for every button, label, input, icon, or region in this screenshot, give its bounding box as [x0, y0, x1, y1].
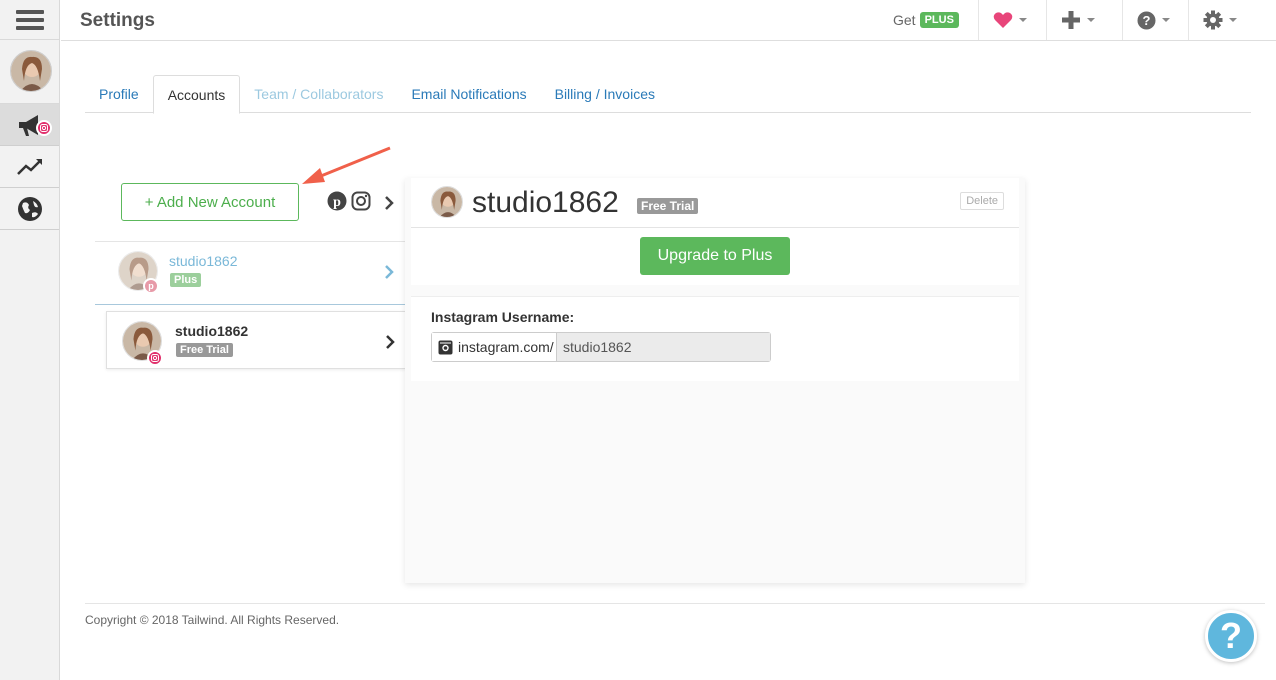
- instagram-icon[interactable]: [351, 191, 371, 211]
- chevron-right-icon[interactable]: [385, 334, 395, 350]
- get-label: Get: [893, 12, 916, 28]
- pinterest-icon[interactable]: p: [327, 191, 347, 211]
- settings-tabs: Profile Accounts Team / Collaborators Em…: [85, 75, 1251, 114]
- copyright-text: Copyright © 2018 Tailwind. All Rights Re…: [85, 613, 340, 627]
- network-icons: p: [327, 191, 371, 211]
- account-detail-panel: studio1862 Free Trial Delete Upgrade to …: [405, 178, 1025, 583]
- left-rail: [0, 0, 60, 680]
- trend-chart-icon: [16, 158, 42, 175]
- help-dropdown[interactable]: ?: [1122, 0, 1184, 40]
- prefix-text: instagram.com/: [458, 339, 554, 355]
- account-name: studio1862: [169, 253, 238, 269]
- instagram-username-label: Instagram Username:: [431, 309, 575, 325]
- add-dropdown[interactable]: [1046, 0, 1109, 40]
- tab-accounts[interactable]: Accounts: [152, 75, 241, 114]
- caret-down-icon: [1229, 18, 1237, 22]
- url-prefix: instagram.com/: [432, 333, 557, 361]
- account-name: studio1862: [175, 323, 249, 339]
- plus-icon: [1062, 11, 1080, 29]
- help-chat-button[interactable]: ?: [1205, 610, 1257, 662]
- get-plus-link[interactable]: Get PLUS: [893, 12, 959, 28]
- rail-account-avatar[interactable]: [0, 40, 59, 136]
- divider: [95, 304, 407, 305]
- settings-dropdown[interactable]: [1188, 0, 1251, 40]
- avatar: [10, 50, 52, 92]
- footer-divider: [85, 603, 1265, 604]
- heart-icon: [993, 12, 1013, 28]
- upgrade-section: Upgrade to Plus: [411, 228, 1019, 285]
- hamburger-icon: [15, 9, 44, 30]
- tab-billing-invoices[interactable]: Billing / Invoices: [541, 75, 669, 113]
- hamburger-menu-button[interactable]: [0, 0, 59, 40]
- rail-insights-button[interactable]: [0, 146, 59, 188]
- svg-text:p: p: [333, 195, 341, 210]
- caret-down-icon: [1162, 18, 1170, 22]
- top-header: Settings Get PLUS ?: [61, 0, 1276, 41]
- tab-email-notifications[interactable]: Email Notifications: [397, 75, 540, 113]
- delete-button[interactable]: Delete: [960, 192, 1004, 210]
- favorites-dropdown[interactable]: [978, 0, 1041, 40]
- gear-icon: [1203, 10, 1223, 30]
- plan-badge: Plus: [170, 273, 202, 287]
- pinterest-badge-icon: p: [143, 278, 159, 294]
- avatar: [431, 186, 463, 218]
- rail-community-button[interactable]: [0, 188, 59, 230]
- username-form: Instagram Username: instagram.com/: [411, 296, 1019, 381]
- plan-badge: Free Trial: [176, 343, 233, 357]
- account-title: studio1862: [472, 186, 619, 219]
- chevron-right-icon[interactable]: [384, 195, 394, 211]
- caret-down-icon: [1087, 18, 1095, 22]
- annotation-arrow-icon: [302, 146, 391, 184]
- instagram-username-input[interactable]: [557, 333, 770, 361]
- svg-text:?: ?: [1143, 13, 1151, 28]
- instagram-badge-icon: [36, 120, 52, 136]
- instagram-username-group: instagram.com/: [431, 332, 771, 362]
- add-new-account-button[interactable]: + Add New Account: [121, 183, 299, 221]
- plus-badge: PLUS: [919, 12, 959, 28]
- account-row-pinterest[interactable]: p studio1862 Plus: [106, 243, 406, 301]
- divider: [95, 241, 405, 242]
- instagram-badge-icon: [147, 350, 163, 366]
- instagram-icon: [438, 340, 453, 354]
- question-circle-icon: ?: [1137, 11, 1156, 29]
- tab-profile[interactable]: Profile: [85, 75, 153, 113]
- page-title: Settings: [80, 10, 155, 31]
- globe-icon: [17, 196, 42, 221]
- account-row-instagram[interactable]: studio1862 Free Trial: [106, 311, 406, 369]
- caret-down-icon: [1019, 18, 1027, 22]
- chevron-right-icon[interactable]: [384, 264, 394, 280]
- plan-badge: Free Trial: [637, 198, 699, 214]
- tab-team-collaborators: Team / Collaborators: [254, 86, 384, 102]
- upgrade-to-plus-button[interactable]: Upgrade to Plus: [640, 237, 790, 275]
- panel-header: studio1862 Free Trial Delete: [411, 178, 1019, 228]
